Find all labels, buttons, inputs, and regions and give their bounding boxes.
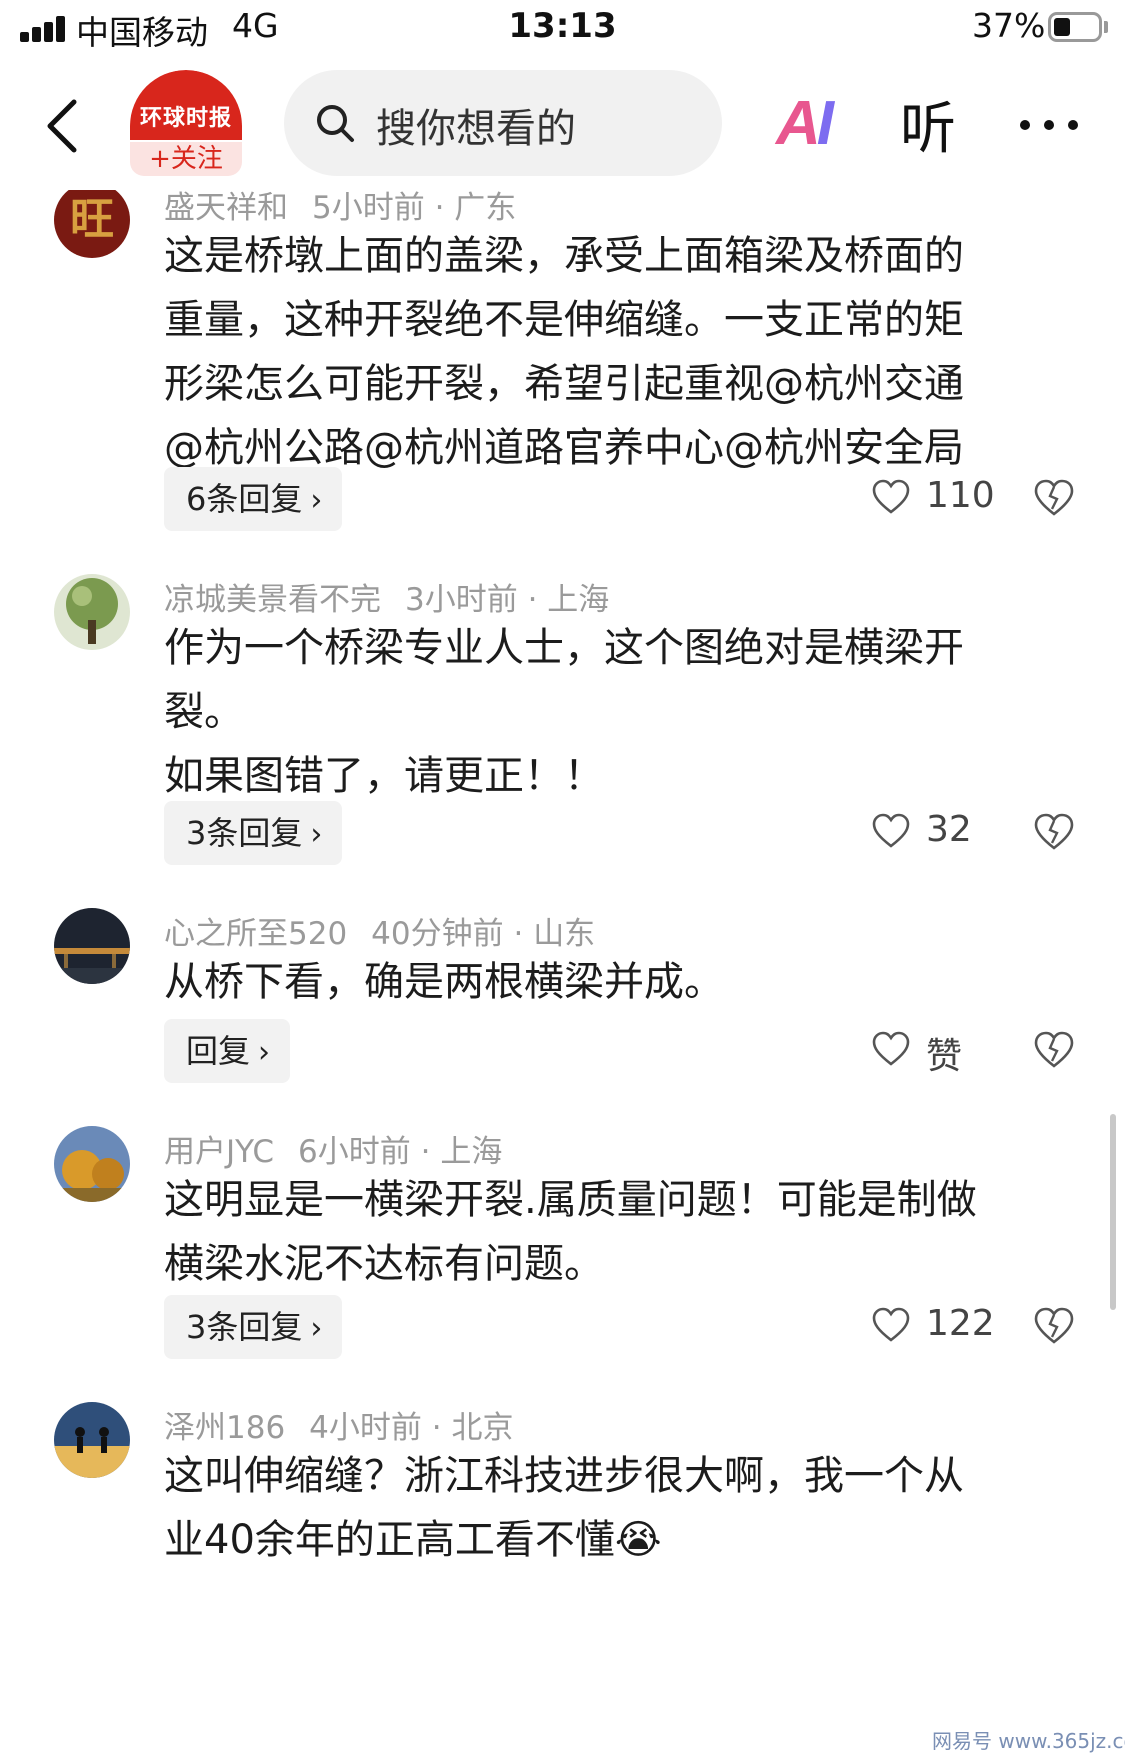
comment-text: 这明显是一横梁开裂.属质量问题！可能是制做 横梁水泥不达标有问题。: [164, 1177, 977, 1287]
status-bar: 中国移动 4G 13:13 37%: [0, 0, 1125, 58]
dislike-icon[interactable]: [1034, 1307, 1074, 1345]
battery-icon: [1048, 12, 1102, 42]
comment-meta: 凉城美景看不完 3小时前 · 上海: [164, 582, 610, 618]
avatar[interactable]: [54, 1402, 130, 1478]
comment-text: 作为一个桥梁专业人士，这个图绝对是横梁开 裂。 如果图错了，请更正！！: [164, 625, 964, 799]
comment-text: 从桥下看，确是两根横梁并成。: [164, 959, 724, 1005]
reply-button[interactable]: 回复 ›: [164, 1019, 291, 1083]
search-bar[interactable]: 搜你想看的: [284, 70, 722, 176]
username[interactable]: 盛天祥和: [164, 190, 288, 226]
username[interactable]: 凉城美景看不完: [164, 582, 381, 618]
avatar[interactable]: [54, 1126, 130, 1202]
username[interactable]: 泽州186: [164, 1410, 285, 1446]
comment-list: 旺 盛天祥和 5小时前 · 广东 这是桥墩上面的盖梁，承受上面箱梁及桥面的 重量，…: [0, 190, 1125, 1761]
battery-percent: 37%: [972, 6, 1046, 45]
heart-icon: [872, 1307, 910, 1342]
watermark: 网易号 www.365jz.com: [932, 1729, 1125, 1753]
heart-icon: [872, 813, 910, 848]
scrollbar[interactable]: [1110, 1114, 1116, 1310]
comment-location: 上海: [547, 582, 610, 618]
comment-meta: 用户JYC 6小时前 · 上海: [164, 1134, 503, 1170]
comment-text: 这是桥墩上面的盖梁，承受上面箱梁及桥面的 重量，这种开裂绝不是伸缩缝。一支正常的…: [164, 233, 964, 471]
comment-time: 40分钟前: [371, 916, 504, 952]
follow-button[interactable]: +关注: [130, 142, 242, 176]
comment-location: 上海: [440, 1134, 503, 1170]
like-count: 32: [926, 809, 972, 850]
search-placeholder: 搜你想看的: [376, 106, 576, 152]
svg-text:旺: 旺: [70, 194, 114, 245]
chevron-right-icon: ›: [310, 817, 323, 852]
comment-time: 3小时前: [405, 582, 518, 618]
chevron-right-icon: ›: [258, 1035, 271, 1070]
more-icon[interactable]: [1020, 120, 1082, 132]
comment-time: 5小时前: [312, 190, 425, 226]
like-count: 110: [926, 475, 995, 516]
view-replies-button[interactable]: 3条回复 ›: [164, 1295, 343, 1359]
logo-text: 环球时报: [139, 105, 232, 131]
comment-meta: 心之所至520 40分钟前 · 山东: [164, 916, 596, 952]
like-count: 122: [926, 1303, 995, 1344]
comment-text: 这叫伸缩缝？浙江科技进步很大啊，我一个从 业40余年的正高工看不懂😭: [164, 1453, 964, 1563]
username[interactable]: 心之所至520: [164, 916, 347, 952]
view-replies-button[interactable]: 3条回复 ›: [164, 801, 343, 865]
comment-time: 4小时前: [309, 1410, 422, 1446]
dislike-icon[interactable]: [1034, 813, 1074, 851]
clock: 13:13: [508, 6, 617, 46]
like-label: 赞: [926, 1036, 963, 1077]
comments-page: 中国移动 4G 13:13 37% 环球时报 +关注 搜你想看的 AI 听 旺 …: [0, 0, 1125, 1761]
comment-meta: 盛天祥和 5小时前 · 广东: [164, 190, 517, 226]
ai-icon[interactable]: AI: [776, 88, 834, 159]
back-icon[interactable]: [40, 96, 90, 156]
avatar[interactable]: [54, 574, 130, 650]
publisher-logo[interactable]: 环球时报 +关注: [130, 70, 242, 176]
comment-time: 6小时前: [298, 1134, 411, 1170]
heart-icon: [872, 1031, 910, 1066]
avatar[interactable]: 旺: [54, 190, 130, 258]
comment-location: 北京: [451, 1410, 514, 1446]
view-replies-button[interactable]: 6条回复 ›: [164, 467, 343, 531]
comment-meta: 泽州186 4小时前 · 北京: [164, 1410, 514, 1446]
top-nav: 环球时报 +关注 搜你想看的 AI 听: [0, 58, 1125, 190]
chevron-right-icon: ›: [310, 1311, 323, 1346]
avatar[interactable]: [54, 908, 130, 984]
dislike-icon[interactable]: [1034, 1031, 1074, 1069]
battery-nub: [1104, 21, 1108, 33]
comment-location: 广东: [454, 190, 517, 226]
chevron-right-icon: ›: [310, 483, 323, 518]
comment-location: 山东: [533, 916, 596, 952]
heart-icon: [872, 479, 910, 514]
listen-button[interactable]: 听: [900, 84, 956, 165]
search-icon: [317, 105, 354, 142]
username[interactable]: 用户JYC: [164, 1134, 274, 1170]
dislike-icon[interactable]: [1034, 479, 1074, 517]
